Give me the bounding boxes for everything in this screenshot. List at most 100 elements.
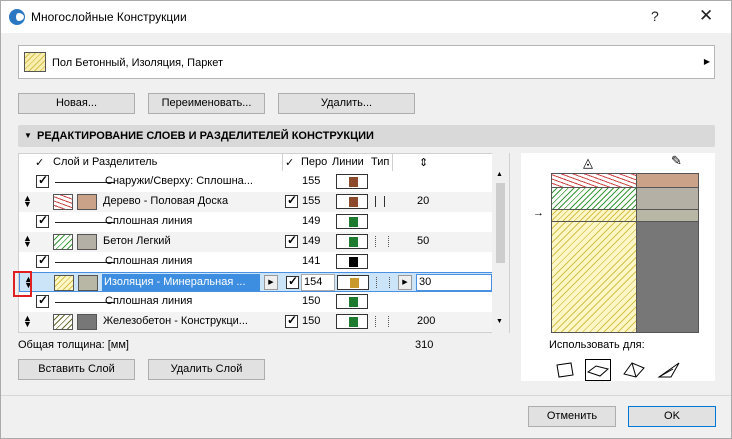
- row-pen[interactable]: 141: [302, 255, 320, 267]
- preview-layer-insulation: [552, 210, 636, 222]
- separator-row[interactable]: Сплошная линия 149: [19, 212, 493, 232]
- composite-swatch-icon: [24, 52, 46, 72]
- row-name: Дерево - Половая Доска: [103, 195, 229, 207]
- layers-list[interactable]: ✓ Слой и Разделитель ✓ Перо Линии Тип ⇕ …: [18, 153, 510, 333]
- section-title: РЕДАКТИРОВАНИЕ СЛОЕВ И РАЗДЕЛИТЕЛЕЙ КОНС…: [37, 130, 374, 142]
- scroll-thumb[interactable]: [496, 183, 505, 263]
- pen-color-swatch[interactable]: [337, 275, 369, 290]
- pen-color-swatch[interactable]: [336, 294, 368, 309]
- name-field[interactable]: Изоляция - Минеральная ...: [102, 274, 260, 291]
- fill-swatch[interactable]: [53, 194, 73, 210]
- composite-selector[interactable]: Пол Бетонный, Изоляция, Паркет ▶: [18, 45, 715, 79]
- drag-handle-icon[interactable]: ▲ ▼: [23, 234, 32, 249]
- fill-bg-swatch[interactable]: [77, 234, 97, 250]
- pen-color-swatch[interactable]: [336, 174, 368, 189]
- separator-row[interactable]: Сплошная линия 150: [19, 292, 493, 312]
- core-checkbox[interactable]: [285, 313, 298, 328]
- brush-icon[interactable]: ✎: [671, 153, 682, 169]
- row-thickness[interactable]: 20: [417, 195, 429, 207]
- row-pen[interactable]: 150: [302, 315, 320, 327]
- layer-row[interactable]: ▲▼ Бетон Легкий 149 50: [19, 232, 493, 252]
- scroll-down-icon[interactable]: ▼: [496, 318, 503, 325]
- scroll-up-icon[interactable]: ▲: [496, 171, 503, 178]
- pen-color-swatch[interactable]: [336, 314, 368, 329]
- row-name: Изоляция - Минеральная ...: [104, 276, 246, 288]
- help-button[interactable]: ?: [651, 8, 659, 24]
- visibility-checkbox[interactable]: [36, 293, 49, 308]
- use-shell-icon[interactable]: [656, 359, 682, 381]
- fill-bg-swatch[interactable]: [77, 314, 97, 330]
- fill-swatch[interactable]: [54, 275, 74, 291]
- line-type-icon[interactable]: [375, 316, 389, 327]
- row-thickness[interactable]: 200: [417, 315, 435, 327]
- list-scrollbar[interactable]: ▲ ▼: [492, 153, 509, 333]
- delete-button[interactable]: Удалить...: [278, 93, 415, 114]
- fill-swatch[interactable]: [53, 234, 73, 250]
- separator-row[interactable]: Снаружи/Сверху: Сплошна... 155: [19, 172, 493, 192]
- check-all-icon[interactable]: ✓: [35, 156, 44, 169]
- row-name: Сплошная линия: [105, 295, 193, 307]
- row-thickness: 30: [419, 276, 432, 288]
- use-for-label: Использовать для:: [549, 339, 645, 351]
- row-thickness[interactable]: 50: [417, 235, 429, 247]
- delete-layer-button[interactable]: Удалить Слой: [148, 359, 265, 380]
- close-button[interactable]: ✕: [699, 6, 713, 26]
- preview-bg-rc: [636, 222, 698, 332]
- pen-color-swatch[interactable]: [336, 234, 368, 249]
- thickness-input[interactable]: 30: [416, 274, 492, 291]
- layer-row[interactable]: ▲▼ Железобетон - Конструкци... 150 200: [19, 312, 493, 332]
- surface-icon[interactable]: ◬: [583, 155, 593, 171]
- ok-button[interactable]: OK: [628, 406, 716, 427]
- row-pen[interactable]: 155: [302, 195, 320, 207]
- insert-layer-button[interactable]: Вставить Слой: [18, 359, 135, 380]
- use-wall-icon[interactable]: [553, 359, 579, 381]
- fill-swatch[interactable]: [53, 314, 73, 330]
- section-header[interactable]: ▼ РЕДАКТИРОВАНИЕ СЛОЕВ И РАЗДЕЛИТЕЛЕЙ КО…: [18, 125, 715, 147]
- visibility-checkbox[interactable]: [36, 173, 49, 188]
- layer-row-selected[interactable]: ▲▼ Изоляция - Минеральная ... ▶ 154 ▶ 30: [19, 272, 493, 292]
- pen-color-swatch[interactable]: [336, 214, 368, 229]
- pen-color-swatch[interactable]: [336, 254, 368, 269]
- pen-color-swatch[interactable]: [336, 194, 368, 209]
- window-title: Многослойные Конструкции: [31, 10, 187, 24]
- line-type-icon[interactable]: [375, 196, 385, 207]
- layer-row[interactable]: ▲▼ Дерево - Половая Доска 155 20: [19, 192, 493, 212]
- chevron-right-icon[interactable]: ▶: [264, 275, 278, 290]
- rename-button[interactable]: Переименовать...: [148, 93, 265, 114]
- col-pen: Перо: [301, 156, 328, 168]
- drag-handle-icon[interactable]: ▲ ▼: [23, 314, 32, 329]
- fill-bg-swatch[interactable]: [77, 194, 97, 210]
- row-pen[interactable]: 150: [302, 295, 320, 307]
- row-pen[interactable]: 155: [302, 175, 320, 187]
- row-name: Железобетон - Конструкци...: [103, 315, 248, 327]
- visibility-checkbox[interactable]: [36, 213, 49, 228]
- fill-bg-swatch[interactable]: [78, 275, 98, 291]
- drag-handle-icon[interactable]: ▲ ▼: [23, 194, 32, 209]
- total-thickness-value: 310: [415, 339, 434, 351]
- line-type-icon[interactable]: [375, 236, 389, 247]
- layer-preview: [551, 173, 699, 333]
- selected-layer-arrow-icon: →: [533, 207, 544, 219]
- line-type-icon[interactable]: [376, 277, 390, 288]
- core-checkbox[interactable]: [286, 274, 299, 289]
- separator-row[interactable]: Сплошная линия 141: [19, 252, 493, 272]
- pen-field[interactable]: 154: [301, 274, 335, 291]
- row-pen[interactable]: 149: [302, 235, 320, 247]
- cancel-button[interactable]: Отменить: [528, 406, 616, 427]
- use-roof-icon[interactable]: [621, 359, 647, 381]
- core-checkbox[interactable]: [285, 233, 298, 248]
- chevron-right-icon[interactable]: ▶: [398, 275, 412, 290]
- row-pen[interactable]: 149: [302, 215, 320, 227]
- new-button[interactable]: Новая...: [18, 93, 135, 114]
- core-checkbox[interactable]: [285, 193, 298, 208]
- divider: [1, 395, 731, 396]
- use-slab-icon[interactable]: [585, 359, 611, 381]
- preview-bg-wood: [636, 174, 698, 188]
- preview-bg-concrete: [636, 188, 698, 210]
- col-divider: [282, 154, 283, 171]
- highlight-marker: [13, 271, 32, 297]
- visibility-checkbox[interactable]: [36, 253, 49, 268]
- col-type: Тип: [371, 156, 390, 168]
- row-pen: 154: [304, 276, 323, 288]
- total-thickness-label: Общая толщина: [мм]: [18, 339, 129, 351]
